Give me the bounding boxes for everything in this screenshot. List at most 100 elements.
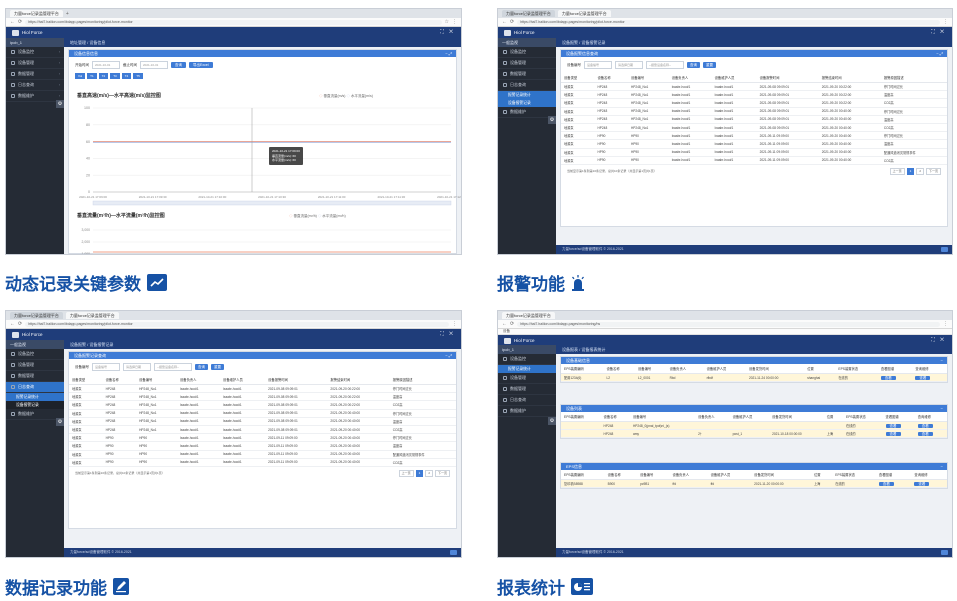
collapse-icon[interactable]: − <box>941 357 943 364</box>
table-row[interactable]: 地源泵 HP248 HP248_No1 lxaabr-hoo#1 lxaabr-hoo#… <box>561 107 947 116</box>
prev-page-button[interactable]: 上一页 <box>398 469 414 477</box>
sidebar-item-device[interactable]: 设备管理 <box>6 360 64 371</box>
url-field[interactable]: https://hal7.haiilon.com/ibdapp-pages/mo… <box>25 321 449 327</box>
browser-tab[interactable]: 力量force记录监管理平台 <box>65 312 119 319</box>
device-input[interactable]: 设备编号 <box>92 363 120 371</box>
table-row[interactable]: 地源泵 HP248 HP248_No1 lxaabr-hoo#1 lxaabr-hoo#… <box>69 400 456 410</box>
sidebar-item-monitor[interactable]: 设备监控 ‹ <box>6 47 64 58</box>
start-date-input[interactable]: 2021-10-01 <box>92 61 120 69</box>
menu-icon[interactable]: ⋮ <box>943 18 948 26</box>
collapse-icon[interactable]: − ⤢ <box>936 50 943 57</box>
sidebar-item-device[interactable]: 设备管理 <box>498 58 556 69</box>
view-button[interactable]: 查看 <box>915 375 931 380</box>
table-row[interactable]: 配置1234(6) L2 L2_0001 Rbd rfbdf 2021-11-24 00:… <box>561 373 947 383</box>
footer-button[interactable] <box>941 550 948 555</box>
back-icon[interactable]: ← <box>502 18 507 26</box>
url-field[interactable]: https://hal7.haiilon.com/ibdapp-pages/mo… <box>25 19 442 25</box>
prev-page-button[interactable]: 上一页 <box>889 167 905 175</box>
table-row[interactable]: 地源泵 HP248 HP248_No1 lxaabr-hoo#1 lxaabr-hoo#… <box>561 123 947 133</box>
next-page-button[interactable]: 下一页 <box>925 167 941 175</box>
sidebar-sub-alarm-stats[interactable]: 报警记录统计 <box>498 365 556 373</box>
sidebar-item-log[interactable]: 日志查询 ‹ <box>6 80 64 91</box>
date-input[interactable]: 请选择日期 <box>123 363 151 371</box>
quick-tab[interactable]: T2 <box>98 73 109 79</box>
browser-tab[interactable]: 力量force记录监管理平台 <box>557 10 611 17</box>
sidebar-sub-alarm-record[interactable]: 设备报警记录 <box>6 401 64 409</box>
menu-icon[interactable]: ⋮ <box>452 18 457 26</box>
browser-tab[interactable]: 力量force记录监管理平台 <box>10 312 63 319</box>
table-row[interactable]: 复印机B8988 B900 pc9B1 ffd ffd 2021-11-20 00:00:… <box>561 479 947 489</box>
collapse-icon[interactable]: − ⤢ <box>445 50 452 57</box>
sidebar-sub-alarm-stats[interactable]: 报警记录统计 <box>498 91 556 99</box>
header-icons[interactable]: ⛶ ✕ <box>440 27 455 38</box>
chart2-svg[interactable]: 3,000 2,000 1,000 <box>73 222 461 255</box>
table-row[interactable]: 地源泵 HP248 HP248_No1 lxaabr-hoo#1 lxaabr-hoo#… <box>561 82 947 92</box>
table-row[interactable]: 地源泵 HP90 HP90 lxaabr-hoo#1 lxaabr-hoo#1 2021-… <box>561 131 947 141</box>
table-row[interactable]: 地源泵 HP248 HP248_No1 lxaabr-hoo#1 lxaabr-hoo#… <box>561 115 947 124</box>
sidebar-item-monitor[interactable]: 设备监控 <box>6 349 64 360</box>
view-button-cell[interactable]: 查看 <box>882 421 915 431</box>
url-field[interactable]: https://hal7.haiilon.com/ibdapp-pages/mo… <box>517 321 940 327</box>
view-button[interactable]: 查看 <box>878 481 894 486</box>
new-tab-icon[interactable]: + <box>66 10 69 18</box>
view-button[interactable]: 查看 <box>885 431 901 436</box>
table-row[interactable]: HP248 amy 2† post_1 2021-10-18 00:00:00 上海 在线的… <box>561 429 947 439</box>
type-select[interactable]: --报警设备名称-- <box>154 363 192 371</box>
sidebar-item-data[interactable]: 数据管理 <box>6 371 64 382</box>
view-button-cell[interactable]: 查看 <box>914 421 947 431</box>
collapse-icon[interactable]: − ⤢ <box>445 352 452 359</box>
url-field[interactable]: https://hal7.haiilon.com/ibdapp-pages/mo… <box>517 19 940 25</box>
chart1-svg[interactable]: 100 80 60 40 20 02021-10-21 17:09:00 2021-10-2… <box>73 100 461 210</box>
type-select[interactable]: --报警设备名称-- <box>646 61 684 69</box>
menu-icon[interactable]: ⋮ <box>943 320 948 328</box>
quick-tab[interactable]: T5 <box>133 73 143 79</box>
back-icon[interactable]: ← <box>502 320 507 328</box>
collapse-icon[interactable]: − <box>941 463 943 470</box>
back-icon[interactable]: ← <box>10 320 15 328</box>
reset-button[interactable]: 重置 <box>211 364 224 370</box>
table-row[interactable]: 地源泵 HP248 HP248_No1 lxaabr-hoo#1 lxaabr-hoo#… <box>561 98 947 108</box>
export-button[interactable]: 导出Excel <box>189 62 213 68</box>
view-button[interactable]: 查看 <box>885 423 901 428</box>
view-button-cell[interactable]: 查看 <box>912 373 947 383</box>
page-button[interactable]: 2 <box>425 469 433 477</box>
table-row[interactable]: 地源泵 HP248 HP248_No1 lxaabr-hoo#1 lxaabr-hoo#… <box>69 409 456 418</box>
view-button[interactable]: 查看 <box>917 423 933 428</box>
gear-icon[interactable]: ⚙ <box>548 417 556 425</box>
query-button[interactable]: 查询 <box>687 62 700 68</box>
table-row[interactable]: 地源泵 HP90 HP90 lxaabr-hoo#1 lxaabr-hoo#1 2021-… <box>561 139 947 149</box>
table-row[interactable]: 地源泵 HP248 HP248_No1 lxaabr-hoo#1 lxaabr-hoo#… <box>69 384 456 394</box>
collapse-icon[interactable]: − <box>941 405 943 412</box>
menu-icon[interactable]: ⋮ <box>452 320 457 328</box>
query-button[interactable]: 查询 <box>171 62 186 68</box>
reload-icon[interactable]: ⟳ <box>18 320 22 328</box>
table-row[interactable]: 地源泵 HP90 HP90 lxaabr-hoo#1 lxaabr-hoo#1 2021-… <box>561 156 947 165</box>
table-row[interactable]: 地源泵 HP90 HP90 lxaabr-hoo#1 lxaabr-hoo#1 2021-… <box>69 441 456 451</box>
view-button[interactable]: 查看 <box>914 481 930 486</box>
quick-tab[interactable]: Vol <box>75 73 86 79</box>
page-button[interactable]: 1 <box>415 469 424 477</box>
device-input[interactable]: 设备编号 <box>584 61 612 69</box>
view-button-cell[interactable]: 查看 <box>882 429 915 439</box>
browser-tab[interactable]: 力量force记录监管理平台 <box>502 10 555 17</box>
sidebar-item-log[interactable]: 日志查询 <box>498 395 556 406</box>
gear-icon[interactable]: ⚙ <box>548 116 556 124</box>
footer-button[interactable] <box>941 247 948 252</box>
sidebar-item-log[interactable]: 日志查询 <box>498 80 556 91</box>
next-page-button[interactable]: 下一页 <box>434 469 450 477</box>
page-button[interactable]: 1 <box>906 167 915 175</box>
back-icon[interactable]: ← <box>10 18 15 26</box>
table-row[interactable]: 地源泵 HP90 HP90 lxaabr-hoo#1 lxaabr-hoo#1 2021-… <box>69 450 456 459</box>
view-button-cell[interactable]: 查看 <box>914 429 947 439</box>
sidebar-item-device[interactable]: 设备管理 ‹ <box>6 58 64 69</box>
end-date-input[interactable]: 2021-10-31 <box>140 61 168 69</box>
browser-tab[interactable]: 力量force记录监管理平台 <box>502 312 555 319</box>
page-button[interactable]: 2 <box>916 167 924 175</box>
quick-tab[interactable]: T3 <box>110 73 120 79</box>
table-row[interactable]: HP248 HP248_0(pnal_tpot)ni_(s) 在线的 查看 查看 <box>561 421 947 431</box>
reload-icon[interactable]: ⟳ <box>510 320 514 328</box>
table-row[interactable]: 地源泵 HP248 HP248_No1 lxaabr-hoo#1 lxaabr-hoo#… <box>69 392 456 402</box>
sidebar-sub-alarm-stats[interactable]: 报警记录统计 <box>6 393 64 401</box>
sidebar-item-device[interactable]: 设备管理 <box>498 373 556 384</box>
header-icons[interactable]: ⛶ ✕ <box>440 329 455 340</box>
